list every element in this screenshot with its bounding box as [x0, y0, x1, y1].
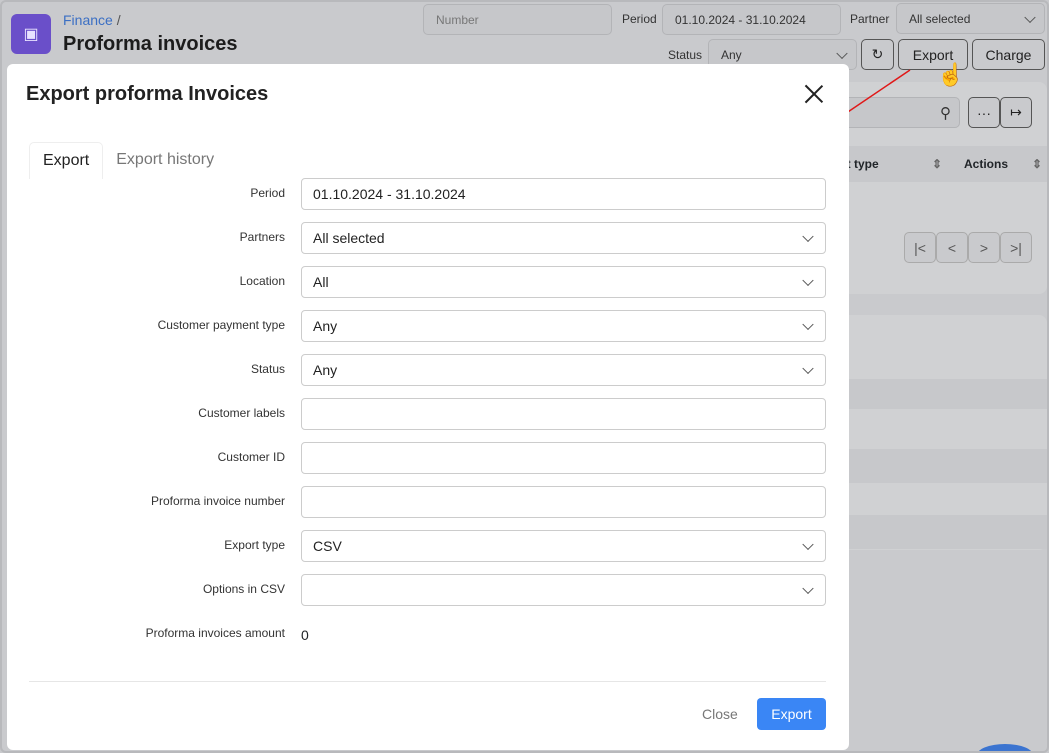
- page-title: Proforma invoices: [63, 33, 238, 55]
- proforma-invoice-number-label: Proforma invoice number: [150, 494, 285, 508]
- close-button[interactable]: Close: [702, 706, 738, 722]
- customer-labels-label: Customer labels: [198, 406, 285, 420]
- first-page-button[interactable]: |<: [904, 232, 936, 263]
- chevron-down-icon: [802, 538, 814, 551]
- status-value: Any: [721, 47, 742, 62]
- period-label: Period: [250, 186, 285, 200]
- breadcrumb-separator: /: [116, 12, 121, 28]
- modal-tabs: Export Export history: [29, 142, 227, 179]
- tab-export-history[interactable]: Export history: [103, 142, 227, 179]
- form-row-proforma-invoice-number: Proforma invoice number: [7, 486, 849, 518]
- proforma-invoices-amount-value: 0: [301, 627, 309, 643]
- partners-value: All selected: [313, 230, 385, 246]
- options-in-csv-select[interactable]: [301, 574, 826, 606]
- form-row-export-type: Export type CSV: [7, 530, 849, 562]
- tab-export[interactable]: Export: [29, 142, 104, 179]
- table-row: [822, 449, 1047, 483]
- partner-select[interactable]: All selected: [896, 3, 1045, 34]
- breadcrumb: Finance /: [63, 12, 121, 28]
- chevron-down-icon: [802, 274, 814, 287]
- form-row-partners: Partners All selected: [7, 222, 849, 254]
- last-page-button[interactable]: >|: [1000, 232, 1032, 263]
- breadcrumb-finance[interactable]: Finance: [63, 12, 113, 28]
- search-icon: ⚲: [940, 104, 951, 122]
- charge-button[interactable]: Charge: [972, 39, 1045, 70]
- hand-cursor-icon: ☝: [937, 62, 965, 87]
- customer-payment-type-label: Customer payment type: [157, 318, 285, 332]
- export-type-select[interactable]: CSV: [301, 530, 826, 562]
- period-input[interactable]: 01.10.2024 - 31.10.2024: [662, 4, 841, 35]
- form-row-options-in-csv: Options in CSV: [7, 574, 849, 606]
- proforma-invoice-number-input[interactable]: [301, 486, 826, 518]
- form-row-customer-labels: Customer labels: [7, 398, 849, 430]
- status-value: Any: [313, 362, 338, 378]
- status-select[interactable]: Any: [301, 354, 826, 386]
- export-modal: Export proforma Invoices Export Export h…: [7, 64, 849, 750]
- options-in-csv-label: Options in CSV: [202, 582, 285, 596]
- column-toggle-button[interactable]: ↦: [1000, 97, 1032, 128]
- prev-page-button[interactable]: <: [936, 232, 968, 263]
- modal-title: Export proforma Invoices: [26, 83, 269, 105]
- finance-icon: ▣: [11, 14, 51, 54]
- next-page-button[interactable]: >: [968, 232, 1000, 263]
- partner-label: Partner: [850, 12, 890, 26]
- export-type-value: CSV: [313, 538, 342, 554]
- form-row-status: Status Any: [7, 354, 849, 386]
- chevron-down-icon: [802, 230, 814, 243]
- chevron-down-icon: [1024, 11, 1036, 23]
- export-type-label: Export type: [224, 538, 285, 552]
- customer-id-label: Customer ID: [217, 450, 285, 464]
- period-value: 01.10.2024 - 31.10.2024: [313, 186, 466, 202]
- sort-icon[interactable]: ⇕: [1032, 157, 1042, 171]
- customer-labels-input[interactable]: [301, 398, 826, 430]
- table-row: [822, 379, 1047, 409]
- more-button[interactable]: ···: [968, 97, 1000, 128]
- form-row-customer-id: Customer ID: [7, 442, 849, 474]
- location-label: Location: [239, 274, 285, 288]
- status-label: Status: [250, 362, 285, 376]
- customer-payment-type-value: Any: [313, 318, 338, 334]
- close-icon[interactable]: [804, 84, 824, 104]
- chevron-down-icon: [802, 362, 814, 375]
- location-select[interactable]: All: [301, 266, 826, 298]
- partner-value: All selected: [909, 11, 971, 26]
- chevron-down-icon: [802, 582, 814, 595]
- chevron-down-icon: [836, 47, 848, 59]
- number-input[interactable]: Number: [423, 4, 612, 35]
- secondary-panel: [822, 315, 1047, 550]
- arrow-right-bar-icon: ↦: [1010, 104, 1022, 120]
- table-header: ment type ⇕ Actions ⇕: [822, 146, 1047, 182]
- form-row-location: Location All: [7, 266, 849, 298]
- chevron-down-icon: [802, 318, 814, 331]
- customer-id-input[interactable]: [301, 442, 826, 474]
- more-icon: ···: [977, 104, 991, 121]
- form-row-period: Period 01.10.2024 - 31.10.2024: [7, 178, 849, 210]
- customer-payment-type-select[interactable]: Any: [301, 310, 826, 342]
- status-label: Status: [668, 48, 703, 62]
- col-actions[interactable]: Actions: [964, 157, 1008, 171]
- location-value: All: [313, 274, 329, 290]
- partners-label: Partners: [239, 230, 285, 244]
- period-label: Period: [622, 12, 657, 26]
- proforma-invoices-amount-label: Proforma invoices amount: [145, 626, 285, 640]
- period-input[interactable]: 01.10.2024 - 31.10.2024: [301, 178, 826, 210]
- footer-divider: [29, 681, 826, 682]
- export-submit-button[interactable]: Export: [757, 698, 826, 730]
- refresh-icon: ↻: [871, 46, 884, 62]
- form-row-proforma-invoices-amount: Proforma invoices amount 0: [7, 618, 849, 650]
- chat-button[interactable]: [977, 744, 1033, 751]
- table-row: [822, 515, 1047, 549]
- partners-select[interactable]: All selected: [301, 222, 826, 254]
- form-row-customer-payment-type: Customer payment type Any: [7, 310, 849, 342]
- sort-icon[interactable]: ⇕: [932, 157, 942, 171]
